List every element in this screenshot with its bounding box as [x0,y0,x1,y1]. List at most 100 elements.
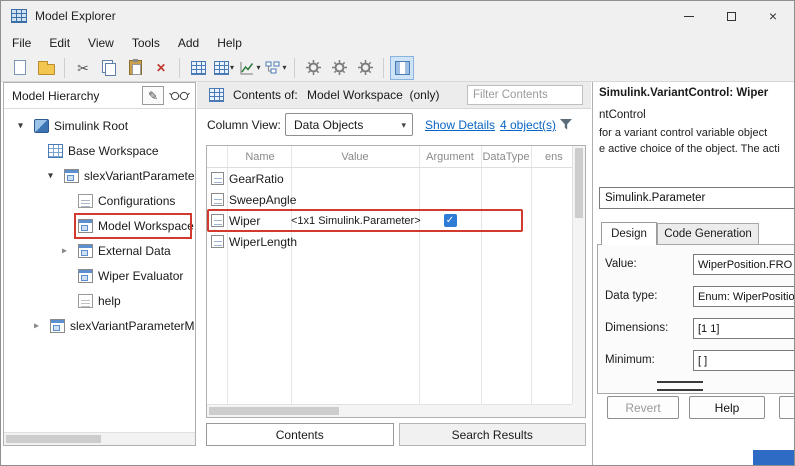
options-button-3[interactable] [353,56,377,80]
options-button-2[interactable] [327,56,351,80]
chevron-right-icon[interactable]: ▸ [62,246,67,257]
model-icon [64,169,79,183]
tab-design[interactable]: Design [601,222,657,245]
menu-add[interactable]: Add [178,36,199,50]
tree-item-external-data[interactable]: ▸ External Data [4,240,195,262]
scrollbar-thumb[interactable] [6,435,101,443]
scrollbar-thumb[interactable] [575,148,583,218]
chevron-right-icon[interactable]: ▸ [34,321,39,332]
maximize-button[interactable] [710,1,752,31]
minimize-button[interactable] [668,1,710,31]
horizontal-scrollbar[interactable] [207,404,572,417]
model-hierarchy-tree: ▾ Simulink Root Base Workspace ▾ slexVar… [4,109,195,432]
tab-search-results[interactable]: Search Results [399,423,587,446]
tree-item-label: Configurations [98,194,175,208]
reading-mode-button[interactable] [168,86,190,105]
tab-code-generation[interactable]: Code Generation [657,223,759,245]
menu-edit[interactable]: Edit [49,36,70,50]
column-header-partial[interactable]: ens [531,146,563,167]
table-row-wiperlength[interactable]: WiperLength [207,231,572,252]
row-name: Wiper [227,214,291,228]
argument-checkbox-checked[interactable]: ✓ [444,214,457,227]
data-type-field[interactable] [693,286,795,307]
model-explorer-window: Model Explorer × File Edit View Tools Ad… [0,0,795,466]
column-header-datatype[interactable]: DataType [481,146,531,167]
cut-icon: ✂ [77,61,89,75]
tree-item-model-workspace[interactable]: Model Workspace [4,215,195,237]
toolbar-separator [383,58,384,78]
filter-options-button[interactable] [559,118,573,134]
show-contents-button[interactable] [186,56,210,80]
tree-item-help[interactable]: help [4,290,195,312]
chart-icon [239,60,255,76]
funnel-icon [559,118,573,131]
tab-contents[interactable]: Contents [206,423,394,446]
open-folder-icon [38,64,55,75]
dialog-subtitle: ntControl [599,109,646,121]
show-details-link[interactable]: Show Details [425,118,495,132]
divider [657,389,703,391]
object-count-link[interactable]: 4 object(s) [500,118,556,132]
open-model-button[interactable] [34,56,58,80]
column-view-icon [395,61,410,75]
grid-view-button[interactable]: ▾ [212,56,236,80]
column-header-value[interactable]: Value [291,146,419,167]
tree-view-button[interactable]: ▾ [264,56,288,80]
scrollbar-thumb[interactable] [209,407,339,415]
table-header-row: Name Value Argument DataType ens [207,146,572,168]
model-icon [78,269,93,283]
chevron-down-icon: ▾ [256,63,260,72]
column-header-argument[interactable]: Argument [419,146,481,167]
menu-tools[interactable]: Tools [132,36,160,50]
tree-item-configurations[interactable]: Configurations [4,190,195,212]
menu-help[interactable]: Help [217,36,242,50]
delete-button[interactable]: ✕ [149,56,173,80]
table-row-wiper[interactable]: Wiper <1x1 Simulink.Parameter> ✓ [207,210,585,231]
column-view-button[interactable] [390,56,414,80]
tree-item-slexvariantparameterwip[interactable]: ▾ slexVariantParameterWip [4,165,195,187]
dimensions-field[interactable] [693,318,795,339]
table-row-sweepangle[interactable]: SweepAngle [207,189,572,210]
value-field[interactable] [693,254,795,275]
tree-item-wiper-evaluator[interactable]: Wiper Evaluator [4,265,195,287]
chevron-down-icon[interactable]: ▾ [18,121,23,132]
menu-view[interactable]: View [88,36,114,50]
revert-button[interactable]: Revert [607,396,679,419]
apply-button-partial[interactable] [779,396,795,419]
object-type-field[interactable] [599,187,795,209]
column-view-select[interactable]: Data Objects ▾ [285,113,413,136]
vertical-scrollbar[interactable] [572,146,585,404]
tree-item-base-workspace[interactable]: Base Workspace [4,140,195,162]
window-controls: × [668,1,794,31]
close-button[interactable]: × [752,1,794,31]
contents-panel: Contents of: Model Workspace (only) Colu… [197,82,591,446]
new-model-button[interactable] [8,56,32,80]
copy-button[interactable] [97,56,121,80]
table-row-gearratio[interactable]: GearRatio [207,168,572,189]
options-button-1[interactable] [301,56,325,80]
minimum-label: Minimum: [605,354,655,366]
paste-button[interactable] [123,56,147,80]
filter-contents-input[interactable] [467,85,583,105]
column-header-name[interactable]: Name [227,146,291,167]
horizontal-scrollbar[interactable] [4,432,195,445]
cut-button[interactable]: ✂ [71,56,95,80]
contents-bottom-tabs: Contents Search Results [206,423,586,446]
help-button[interactable]: Help [689,396,765,419]
external-data-icon [78,244,93,258]
chevron-down-icon: ▾ [401,120,406,131]
minimum-field[interactable] [693,350,795,371]
tree-item-simulink-root[interactable]: ▾ Simulink Root [4,115,195,137]
edit-button[interactable]: ✎ [142,86,164,105]
pencil-icon: ✎ [148,89,158,103]
chevron-down-icon[interactable]: ▾ [48,171,53,182]
model-hierarchy-header: Model Hierarchy ✎ [4,83,195,109]
value-label: Value: [605,258,637,270]
menu-file[interactable]: File [12,36,31,50]
chevron-down-icon: ▾ [230,63,234,72]
contents-grid-icon [209,88,224,102]
tree-item-slexvariantparametermult[interactable]: ▸ slexVariantParameterMult [4,315,195,337]
app-icon [11,9,27,23]
menubar: File Edit View Tools Add Help [1,31,794,54]
chart-view-button[interactable]: ▾ [238,56,262,80]
